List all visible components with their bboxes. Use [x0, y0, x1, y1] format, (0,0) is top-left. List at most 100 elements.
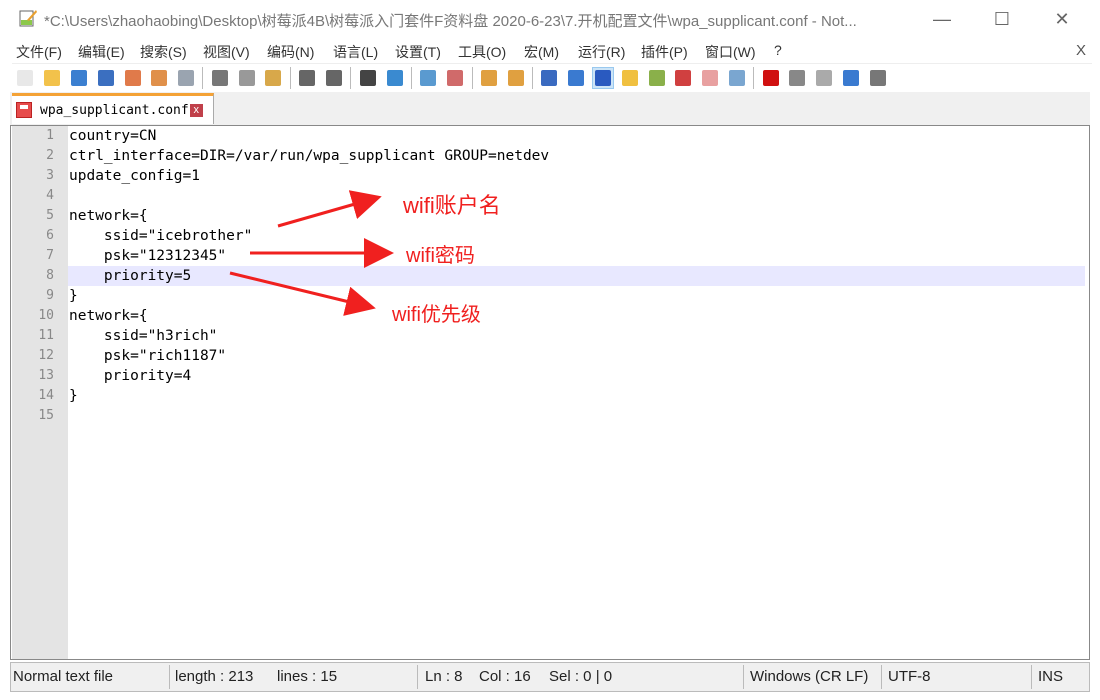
- menu-search[interactable]: 搜索(S): [140, 42, 187, 62]
- toolbar-separator: [289, 66, 291, 89]
- code-line[interactable]: priority=4: [68, 366, 1085, 386]
- code-line[interactable]: ctrl_interface=DIR=/var/run/wpa_supplica…: [68, 146, 1085, 166]
- status-column: Col : 16: [479, 668, 531, 685]
- menu-run[interactable]: 运行(R): [578, 42, 625, 62]
- code-line[interactable]: ssid="h3rich": [68, 326, 1085, 346]
- code-line[interactable]: }: [68, 286, 1085, 306]
- record-macro-icon: [762, 69, 779, 86]
- undo-button[interactable]: [296, 67, 318, 89]
- close-document-button[interactable]: X: [1076, 42, 1086, 59]
- sync-vertical-button[interactable]: [478, 67, 500, 89]
- annotation-wifi-priority: wifi优先级: [392, 304, 481, 326]
- show-all-chars-icon: [568, 69, 585, 86]
- sync-horizontal-button[interactable]: [505, 67, 527, 89]
- print-button[interactable]: [175, 67, 197, 89]
- menu-edit[interactable]: 编辑(E): [78, 42, 125, 62]
- doc-list-button[interactable]: [699, 67, 721, 89]
- menu-window[interactable]: 窗口(W): [705, 42, 756, 62]
- zoom-out-button[interactable]: [444, 67, 466, 89]
- indent-guide-icon: [595, 69, 612, 86]
- print-icon: [178, 69, 195, 86]
- doc-map-button[interactable]: [619, 67, 641, 89]
- find-button[interactable]: [357, 67, 379, 89]
- stop-macro-button[interactable]: [786, 67, 808, 89]
- code-line[interactable]: update_config=1: [68, 166, 1085, 186]
- status-eol[interactable]: Windows (CR LF): [750, 668, 868, 685]
- menu-encoding[interactable]: 编码(N): [267, 42, 314, 62]
- code-line[interactable]: network={: [68, 306, 1085, 326]
- open-file-button[interactable]: [41, 67, 63, 89]
- tab-wpa-supplicant[interactable]: wpa_supplicant.conf x: [12, 93, 214, 124]
- code-line[interactable]: psk="12312345": [68, 246, 1085, 266]
- paste-button[interactable]: [262, 67, 284, 89]
- editor[interactable]: 1 2 3 4 5 6 7 8 9 10 11 12 13 14 15 country=CN ctrl_int…: [10, 125, 1090, 660]
- code-line[interactable]: [68, 186, 1085, 206]
- menu-macro[interactable]: 宏(M): [524, 42, 559, 62]
- menu-help[interactable]: ?: [774, 42, 782, 58]
- close-all-button[interactable]: [148, 67, 170, 89]
- new-file-button[interactable]: [14, 67, 36, 89]
- notepad-app-icon: [19, 10, 37, 27]
- copy-button[interactable]: [236, 67, 258, 89]
- tab-close-button[interactable]: x: [189, 103, 203, 117]
- new-file-icon: [17, 69, 34, 86]
- open-file-icon: [44, 69, 61, 86]
- line-number: 15: [38, 408, 54, 423]
- save-all-icon: [97, 69, 114, 86]
- line-number: 10: [38, 308, 54, 323]
- menu-bar: 文件(F) 编辑(E) 搜索(S) 视图(V) 编码(N) 语言(L) 设置(T…: [0, 40, 1100, 64]
- toolbar-separator: [753, 66, 755, 89]
- close-all-icon: [151, 69, 168, 86]
- indent-guide-button[interactable]: [592, 66, 615, 89]
- menu-settings[interactable]: 设置(T): [395, 42, 441, 62]
- save-macro-button[interactable]: [867, 67, 889, 89]
- folder-as-workspace-button[interactable]: [672, 67, 694, 89]
- cut-icon: [211, 69, 228, 86]
- minimize-button[interactable]: —: [922, 6, 962, 32]
- line-number: 8: [46, 268, 54, 283]
- run-macro-multiple-button[interactable]: [840, 67, 862, 89]
- save-button[interactable]: [68, 67, 90, 89]
- code-area[interactable]: country=CN ctrl_interface=DIR=/var/run/wp…: [68, 126, 1089, 659]
- word-wrap-button[interactable]: [538, 67, 560, 89]
- line-number-gutter: 1 2 3 4 5 6 7 8 9 10 11 12 13 14 15: [12, 126, 68, 659]
- annotation-wifi-account: wifi账户名: [403, 193, 501, 218]
- toolbar-separator: [410, 66, 412, 89]
- replace-button[interactable]: [384, 67, 406, 89]
- code-line[interactable]: }: [68, 386, 1085, 406]
- status-bar: Normal text file length : 213 lines : 15…: [10, 662, 1090, 692]
- redo-button[interactable]: [323, 67, 345, 89]
- zoom-in-button[interactable]: [417, 67, 439, 89]
- code-line[interactable]: country=CN: [68, 126, 1085, 146]
- menu-tools[interactable]: 工具(O): [458, 42, 506, 62]
- close-window-button[interactable]: ✕: [1042, 6, 1082, 32]
- cut-button[interactable]: [209, 67, 231, 89]
- stop-macro-icon: [789, 69, 806, 86]
- code-line[interactable]: [68, 406, 1085, 426]
- code-line[interactable]: ssid="icebrother": [68, 226, 1085, 246]
- sync-horizontal-icon: [507, 69, 524, 86]
- menu-file[interactable]: 文件(F): [16, 42, 62, 62]
- code-line[interactable]: priority=5: [68, 266, 1085, 286]
- maximize-button[interactable]: ☐: [982, 6, 1022, 32]
- tab-bar: wpa_supplicant.conf x: [10, 92, 1090, 125]
- save-all-button[interactable]: [95, 67, 117, 89]
- code-line[interactable]: psk="rich1187": [68, 346, 1085, 366]
- record-macro-button[interactable]: [760, 67, 782, 89]
- close-button[interactable]: [122, 67, 144, 89]
- menu-language[interactable]: 语言(L): [333, 42, 378, 62]
- status-encoding[interactable]: UTF-8: [888, 668, 931, 685]
- sync-vertical-icon: [480, 69, 497, 86]
- undo-icon: [299, 69, 316, 86]
- monitoring-button[interactable]: [726, 67, 748, 89]
- unsaved-file-icon: [16, 102, 32, 118]
- zoom-in-icon: [420, 69, 437, 86]
- line-number: 13: [38, 368, 54, 383]
- show-all-chars-button[interactable]: [565, 67, 587, 89]
- toolbar-separator: [532, 66, 534, 89]
- menu-view[interactable]: 视图(V): [203, 42, 250, 62]
- menu-plugins[interactable]: 插件(P): [641, 42, 688, 62]
- play-macro-button[interactable]: [813, 67, 835, 89]
- function-list-button[interactable]: [646, 67, 668, 89]
- code-line[interactable]: network={: [68, 206, 1085, 226]
